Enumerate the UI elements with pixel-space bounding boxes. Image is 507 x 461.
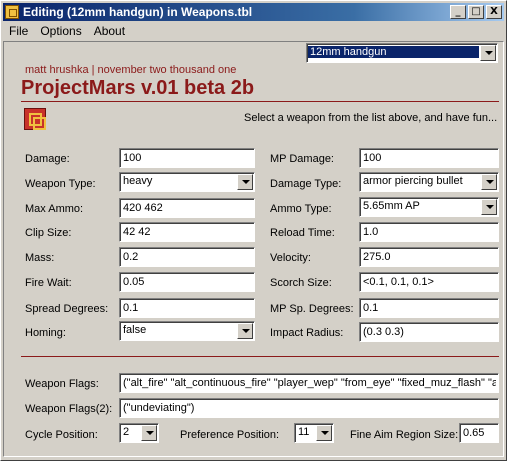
tagline: Select a weapon from the list above, and… [244, 112, 498, 124]
weapon-flags-field[interactable]: ("alt_fire" "alt_continuous_fire" "playe… [119, 373, 499, 393]
weapon-type-dropdown[interactable]: heavy [119, 172, 255, 192]
fine-aim-label: Fine Aim Region Size: [350, 429, 459, 441]
velocity-label: Velocity: [270, 252, 311, 264]
mp-damage-label: MP Damage: [270, 153, 334, 165]
chevron-down-icon[interactable] [141, 425, 157, 441]
mass-field[interactable]: 0.2 [119, 247, 255, 267]
damage-field[interactable]: 100 [119, 148, 255, 168]
cycle-position-label: Cycle Position: [25, 429, 98, 441]
fire-wait-value: 0.05 [123, 276, 145, 288]
homing-label: Homing: [25, 327, 66, 339]
damage-type-value: armor piercing bullet [363, 175, 463, 187]
mp-damage-value: 100 [363, 152, 382, 164]
homing-value: false [123, 324, 147, 336]
max-ammo-label: Max Ammo: [25, 203, 84, 215]
mp-damage-field[interactable]: 100 [359, 148, 499, 168]
fire-wait-label: Fire Wait: [25, 277, 72, 289]
max-ammo-value: 420 462 [123, 202, 163, 214]
weapon-flags-value: ("alt_fire" "alt_continuous_fire" "playe… [123, 377, 496, 389]
velocity-field[interactable]: 275.0 [359, 247, 499, 267]
weapon-select-value: 12mm handgun [308, 46, 479, 58]
mass-value: 0.2 [123, 251, 139, 263]
spread-degrees-label: Spread Degrees: [25, 303, 109, 315]
app-icon [5, 5, 19, 19]
weapon-flags2-value: ("undeviating") [123, 402, 195, 414]
chevron-down-icon[interactable] [481, 199, 497, 215]
mass-label: Mass: [25, 252, 55, 264]
velocity-value: 275.0 [363, 251, 391, 263]
clip-size-value: 42 42 [123, 226, 151, 238]
weapon-flags2-field[interactable]: ("undeviating") [119, 398, 499, 418]
weapon-flags2-label: Weapon Flags(2): [25, 403, 113, 415]
damage-type-dropdown[interactable]: armor piercing bullet [359, 172, 499, 192]
preference-position-label: Preference Position: [180, 429, 280, 441]
close-button[interactable]: X [486, 5, 502, 19]
logo-icon [24, 108, 46, 130]
scorch-size-value: <0.1, 0.1, 0.1> [363, 276, 434, 288]
impact-radius-label: Impact Radius: [270, 327, 344, 339]
main-window: Editing (12mm handgun) in Weapons.tbl _ … [0, 0, 507, 461]
ammo-type-label: Ammo Type: [270, 203, 332, 215]
impact-radius-value: (0.3 0.3) [363, 326, 404, 338]
chevron-down-icon[interactable] [316, 425, 332, 441]
ammo-type-dropdown[interactable]: 5.65mm AP [359, 197, 499, 217]
cycle-position-dropdown[interactable]: 2 [119, 423, 159, 443]
fire-wait-field[interactable]: 0.05 [119, 272, 255, 292]
preference-position-dropdown[interactable]: 11 [294, 423, 334, 443]
preference-position-value: 11 [298, 426, 310, 438]
chevron-down-icon[interactable] [237, 323, 253, 339]
mp-sp-degrees-label: MP Sp. Degrees: [270, 303, 354, 315]
weapon-select-dropdown[interactable]: 12mm handgun [306, 43, 498, 63]
window-title: Editing (12mm handgun) in Weapons.tbl [23, 5, 253, 19]
ammo-type-value: 5.65mm AP [363, 200, 420, 212]
minimize-button[interactable]: _ [450, 5, 466, 19]
mp-sp-degrees-value: 0.1 [363, 302, 379, 314]
homing-dropdown[interactable]: false [119, 321, 255, 341]
app-title: ProjectMars v.01 beta 2b [21, 77, 255, 99]
menu-options[interactable]: Options [34, 24, 87, 38]
menu-about[interactable]: About [88, 24, 131, 38]
maximize-button[interactable]: □ [468, 5, 484, 19]
damage-label: Damage: [25, 153, 70, 165]
weapon-type-value: heavy [123, 175, 153, 187]
fine-aim-value: 0.65 [463, 427, 485, 439]
spread-degrees-field[interactable]: 0.1 [119, 298, 255, 318]
scorch-size-label: Scorch Size: [270, 277, 332, 289]
damage-value: 100 [123, 152, 142, 164]
mp-sp-degrees-field[interactable]: 0.1 [359, 298, 499, 318]
chevron-down-icon[interactable] [481, 174, 497, 190]
weapon-flags-label: Weapon Flags: [25, 378, 99, 390]
menu-bar: File Options About [3, 22, 131, 40]
menu-file[interactable]: File [3, 24, 34, 38]
section-divider [21, 356, 499, 357]
scorch-size-field[interactable]: <0.1, 0.1, 0.1> [359, 272, 499, 292]
clip-size-label: Clip Size: [25, 227, 72, 239]
damage-type-label: Damage Type: [270, 178, 342, 190]
header-divider [21, 101, 499, 102]
chevron-down-icon[interactable] [237, 174, 253, 190]
title-bar[interactable]: Editing (12mm handgun) in Weapons.tbl _ … [3, 3, 504, 21]
author-credit: matt hrushka | november two thousand one [25, 64, 237, 76]
fine-aim-field[interactable]: 0.65 [459, 423, 499, 443]
impact-radius-field[interactable]: (0.3 0.3) [359, 322, 499, 342]
chevron-down-icon[interactable] [480, 45, 496, 61]
spread-degrees-value: 0.1 [123, 302, 139, 314]
reload-time-value: 1.0 [363, 226, 379, 238]
weapon-type-label: Weapon Type: [25, 178, 96, 190]
max-ammo-field[interactable]: 420 462 [119, 198, 255, 218]
cycle-position-value: 2 [123, 426, 130, 438]
reload-time-field[interactable]: 1.0 [359, 222, 499, 242]
clip-size-field[interactable]: 42 42 [119, 222, 255, 242]
reload-time-label: Reload Time: [270, 227, 335, 239]
